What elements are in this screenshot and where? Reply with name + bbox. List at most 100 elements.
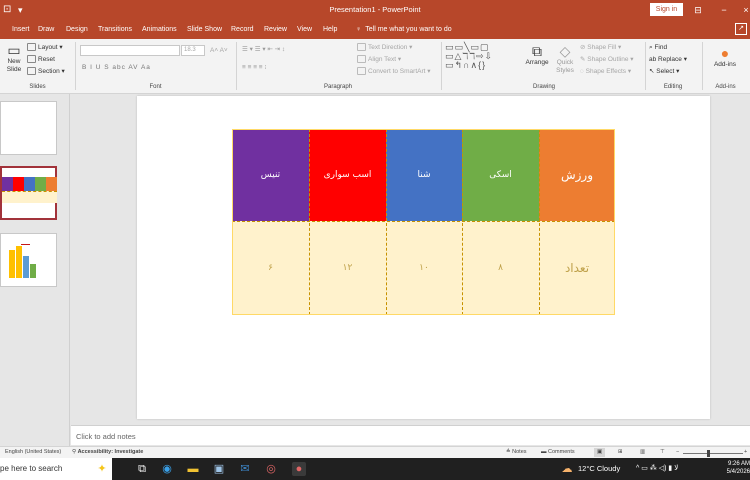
shape-fill-button[interactable]: ⊘ Shape Fill ▾: [580, 43, 621, 52]
ribbon-display-icon[interactable]: ⊟: [690, 2, 706, 18]
value-cell-tennis[interactable]: ۶: [232, 221, 309, 315]
mini-bar: [16, 246, 22, 278]
font-grow-shrink[interactable]: A˄ A˅: [210, 46, 228, 55]
tab-help[interactable]: Help: [323, 25, 337, 35]
list-buttons[interactable]: ☰ ▾ ☰ ▾ ⇤ ⇥ ↕: [242, 45, 285, 54]
align-text-label: Align Text: [368, 56, 397, 63]
minimize-icon[interactable]: −: [716, 2, 732, 18]
reading-view-icon[interactable]: ▥: [640, 448, 645, 457]
shape-effects-button[interactable]: ◌ Shape Effects ▾: [580, 67, 631, 76]
shape-outline-label: Shape Outline: [587, 56, 629, 63]
add-ins-icon: ●: [720, 45, 730, 61]
normal-view-icon[interactable]: ▣: [594, 448, 606, 457]
comments-toggle[interactable]: ▬ Comments: [541, 448, 575, 457]
find-button[interactable]: ⌕ Find: [649, 43, 667, 52]
tab-insert[interactable]: Insert: [12, 25, 30, 35]
comments-label: Comments: [548, 449, 575, 455]
header-cell-swimming[interactable]: شنا: [386, 129, 462, 221]
convert-smartart-button[interactable]: Convert to SmartArt ▾: [357, 67, 431, 76]
value-cell-swimming[interactable]: ۱۰: [386, 221, 462, 315]
replace-button[interactable]: ab Replace ▾: [649, 55, 687, 64]
tab-animations[interactable]: Animations: [142, 25, 177, 35]
language-status[interactable]: English (United States): [5, 448, 61, 457]
tab-review[interactable]: Review: [264, 25, 287, 35]
notes-pane[interactable]: Click to add notes: [71, 425, 750, 445]
font-size-field[interactable]: 18.3: [181, 45, 205, 56]
clock[interactable]: 9:26 AM 5/4/2026: [722, 460, 750, 476]
section-button[interactable]: Section ▾: [27, 67, 65, 76]
tab-design[interactable]: Design: [66, 25, 88, 35]
weather-text[interactable]: 12°C Cloudy: [578, 464, 620, 474]
notes-toggle[interactable]: ≙ Notes: [506, 448, 527, 457]
select-button[interactable]: ↖ Select ▾: [649, 67, 679, 76]
layout-button[interactable]: Layout ▾: [27, 43, 63, 52]
edge-icon[interactable]: ◉: [160, 462, 174, 476]
smartart-icon: [357, 67, 366, 76]
zoom-out-icon[interactable]: −: [676, 448, 679, 457]
group-separator: [236, 42, 237, 90]
text-direction-icon: [357, 43, 366, 52]
header-cell-horse-riding[interactable]: اسب سواری: [309, 129, 386, 221]
value-cell-count[interactable]: تعداد: [539, 221, 615, 315]
ribbon: ▭ New Slide Layout ▾ Reset Section ▾ Sli…: [0, 39, 750, 94]
tell-me-search[interactable]: ♀ Tell me what you want to do: [356, 25, 452, 35]
status-bar: English (United States) ⚲ Accessibility:…: [0, 446, 750, 458]
slide-sorter-icon[interactable]: ⊞: [618, 448, 623, 457]
chrome-icon[interactable]: ◎: [264, 462, 278, 476]
value-cell-skiing[interactable]: ۸: [462, 221, 539, 315]
sparkle-icon[interactable]: ✦: [95, 462, 109, 476]
system-tray-icons[interactable]: ^ ▭ ⁂ ◁) ▮ ﻻ: [636, 464, 678, 474]
zoom-slider-thumb[interactable]: [707, 450, 710, 457]
table-gridline: [462, 129, 463, 315]
slideshow-view-icon[interactable]: ⊤: [660, 448, 665, 457]
header-cell-tennis[interactable]: تنیس: [232, 129, 309, 221]
slide-thumbnail-2[interactable]: [0, 166, 57, 220]
add-ins-button[interactable]: ● Add-ins: [705, 45, 745, 69]
share-icon[interactable]: ↗: [735, 23, 747, 35]
window-title: Presentation1 - PowerPoint: [329, 5, 421, 14]
font-name-field[interactable]: [80, 45, 180, 56]
align-buttons[interactable]: ≡ ≡ ≡ ≡ ⁝: [242, 63, 266, 72]
align-text-icon: [357, 55, 366, 64]
zoom-slider-track[interactable]: [683, 453, 743, 454]
quick-styles-icon: ◇: [559, 43, 571, 59]
header-cell-skiing[interactable]: اسکی: [462, 129, 539, 221]
search-input[interactable]: pe here to search: [0, 464, 62, 474]
tab-draw[interactable]: Draw: [38, 25, 54, 35]
file-explorer-icon[interactable]: ▬: [186, 462, 200, 476]
tab-view[interactable]: View: [297, 25, 312, 35]
store-icon[interactable]: ▣: [212, 462, 226, 476]
font-style-buttons[interactable]: B I U S abc AV Aa: [82, 63, 151, 72]
weather-icon[interactable]: ☁: [560, 462, 574, 476]
zoom-in-icon[interactable]: +: [744, 448, 747, 457]
task-view-icon[interactable]: ⧉: [135, 462, 149, 476]
align-text-button[interactable]: Align Text ▾: [357, 55, 401, 64]
mini-title: ▬▬▬: [21, 242, 30, 246]
shapes-gallery[interactable]: ▭▭╲▭▢ ▭△ℸℸ⇨⇩ ▭↰∩∧{}: [445, 43, 505, 71]
mail-icon[interactable]: ✉: [238, 462, 252, 476]
replace-icon: ab: [649, 56, 659, 63]
quick-styles-button[interactable]: ◇ Quick Styles: [552, 43, 578, 75]
reset-icon: [27, 55, 36, 64]
accessibility-status[interactable]: ⚲ Accessibility: Investigate: [72, 448, 143, 457]
text-direction-button[interactable]: Text Direction ▾: [357, 43, 412, 52]
value-cell-horse-riding[interactable]: ۱۲: [309, 221, 386, 315]
powerpoint-icon[interactable]: ●: [292, 462, 306, 476]
tab-slide-show[interactable]: Slide Show: [187, 25, 222, 35]
sign-in-button[interactable]: Sign in: [650, 3, 683, 16]
slide-table[interactable]: تنیس اسب سواری شنا اسکی ورزش ۶ ۱۲ ۱۰ ۸ ت…: [232, 129, 615, 315]
mini-bar: [23, 256, 29, 278]
slide-canvas[interactable]: تنیس اسب سواری شنا اسکی ورزش ۶ ۱۲ ۱۰ ۸ ت…: [137, 96, 710, 419]
close-icon[interactable]: ×: [738, 2, 750, 18]
header-cell-sport[interactable]: ورزش: [539, 129, 615, 221]
shape-effects-label: Shape Effects: [585, 68, 627, 75]
slide-thumbnail-3[interactable]: ▬▬▬: [0, 233, 57, 287]
new-slide-button[interactable]: ▭ New Slide: [3, 42, 25, 74]
shape-outline-button[interactable]: ✎ Shape Outline ▾: [580, 55, 634, 64]
slide-thumbnail-1[interactable]: [0, 101, 57, 155]
tab-record[interactable]: Record: [231, 25, 254, 35]
mini-cell: [2, 177, 13, 191]
arrange-button[interactable]: ⧉ Arrange: [524, 43, 550, 67]
reset-button[interactable]: Reset: [27, 55, 55, 64]
tab-transitions[interactable]: Transitions: [98, 25, 132, 35]
